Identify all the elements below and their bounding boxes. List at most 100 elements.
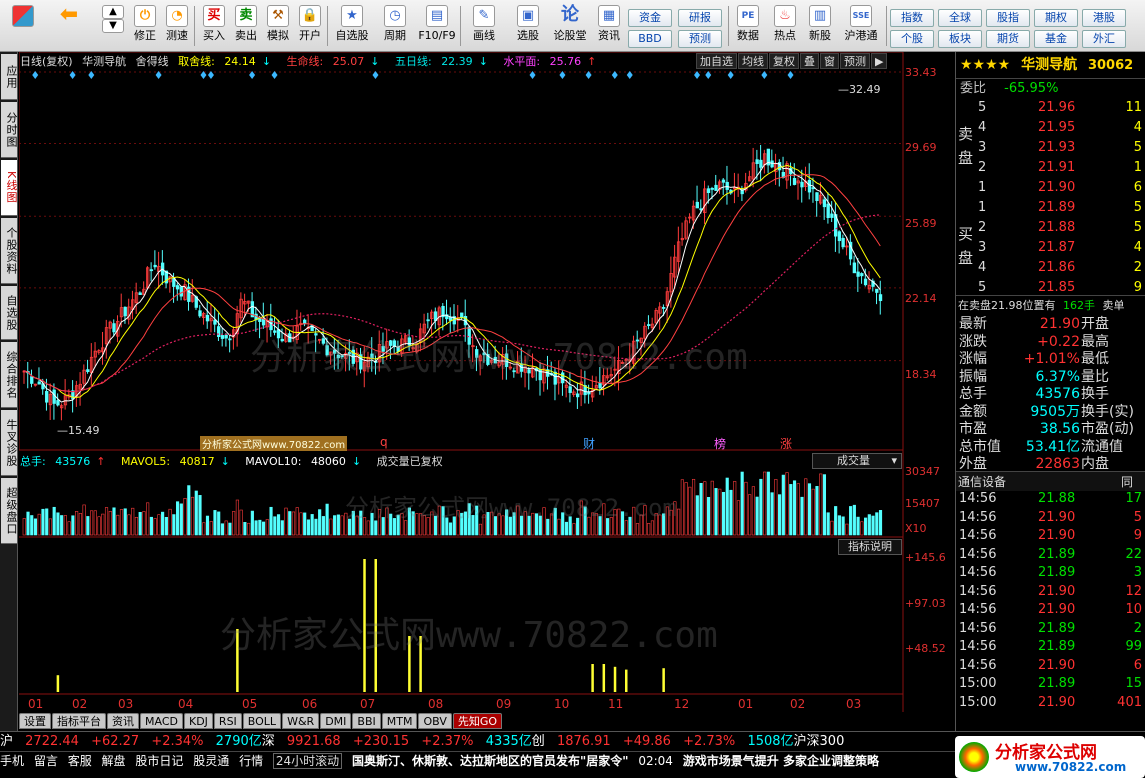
volume-bar — [220, 523, 225, 536]
tab-apps[interactable]: 应用 — [1, 54, 18, 100]
zhishu-button[interactable]: 指数 — [890, 9, 934, 27]
waihui-button[interactable]: 外汇 — [1082, 30, 1126, 48]
volume-bar — [179, 503, 183, 536]
candle-body — [86, 369, 90, 373]
bankuai-button[interactable]: 板块 — [938, 30, 982, 48]
ticker-news-2[interactable]: 游戏市场景气提升 多家企业调整策略 — [683, 754, 879, 768]
ipo-button[interactable]: ▥ 新股 — [803, 3, 837, 49]
window-button[interactable]: 窗 — [820, 53, 839, 69]
gegu-button[interactable]: 个股 — [890, 30, 934, 48]
back-button[interactable]: ⬅ — [52, 3, 86, 49]
ticker-guling[interactable]: 股灵通 — [193, 754, 229, 768]
forecast-button[interactable]: 预测 — [840, 53, 870, 69]
tab-watchlist[interactable]: 自选股 — [1, 286, 18, 340]
tab-stock-info[interactable]: 个股资料 — [1, 218, 18, 284]
tab-indicator-platform[interactable]: 指标平台 — [52, 713, 106, 729]
add-watch-button[interactable]: 加自选 — [696, 53, 737, 69]
tab-xianzhi-go[interactable]: 先知GO — [452, 713, 503, 729]
shuiping-label: 水平面: 25.76 ↑ — [503, 55, 597, 68]
tab-macd[interactable]: MACD — [140, 713, 183, 729]
event-financial[interactable]: 财 — [583, 435, 595, 452]
tab-mtm[interactable]: MTM — [381, 713, 418, 729]
ask-row[interactable]: 4 21.95 4 — [956, 118, 1145, 138]
draw-line-button[interactable]: ✎ 画线 — [464, 3, 504, 49]
ma-button[interactable]: 均线 — [738, 53, 768, 69]
ticker-message[interactable]: 留言 — [34, 754, 58, 768]
app-logo-icon[interactable] — [6, 3, 40, 49]
ask-row[interactable]: 1 21.90 6 — [956, 178, 1145, 198]
ticker-mobile[interactable]: 手机 — [0, 754, 24, 768]
bid-row[interactable]: 2 21.88 5 — [956, 218, 1145, 238]
buy-button[interactable]: 买买入 — [197, 3, 231, 49]
tab-kline[interactable]: K线图 — [1, 160, 18, 216]
x-tick-label: 03 — [846, 697, 862, 711]
bbd-button[interactable]: BBD — [628, 30, 672, 48]
speed-test-button[interactable]: ◔ 测速 — [160, 3, 194, 49]
data-button[interactable]: PE 数据 — [731, 3, 765, 49]
tab-intraday[interactable]: 分时图 — [1, 102, 18, 158]
fix-button[interactable]: ⏻ 修正 — [128, 3, 162, 49]
ticker-diary[interactable]: 股市日记 — [135, 754, 183, 768]
tab-wr[interactable]: W&R — [282, 713, 320, 729]
tab-dmi[interactable]: DMI — [320, 713, 352, 729]
jijin-button[interactable]: 基金 — [1034, 30, 1078, 48]
overlay-button[interactable]: 叠 — [800, 53, 819, 69]
zijin-button[interactable]: 资金 — [628, 9, 672, 27]
tab-bbi[interactable]: BBI — [352, 713, 381, 729]
hotspot-button[interactable]: ♨ 热点 — [768, 3, 802, 49]
tab-boll[interactable]: BOLL — [242, 713, 282, 729]
ask-row[interactable]: 2 21.91 1 — [956, 158, 1145, 178]
tab-super-panel[interactable]: 超级盘口 — [1, 478, 18, 544]
volume-dropdown[interactable]: 成交量 ▾ — [812, 453, 902, 469]
tab-news[interactable]: 资讯 — [107, 713, 139, 729]
qihuo-button[interactable]: 期货 — [986, 30, 1030, 48]
event-q[interactable]: q — [380, 435, 388, 449]
volume-bar — [336, 514, 340, 536]
tab-ranking[interactable]: 综合排名 — [1, 342, 18, 408]
ticker-service[interactable]: 客服 — [68, 754, 92, 768]
ticker-analysis[interactable]: 解盘 — [102, 754, 126, 768]
tab-settings[interactable]: 设置 — [19, 713, 51, 729]
stock-picker-button[interactable]: ▣ 选股 — [508, 3, 548, 49]
watchlist-button[interactable]: ★ 自选股 — [332, 3, 372, 49]
adjust-button[interactable]: 复权 — [769, 53, 799, 69]
qiquan-button[interactable]: 期权 — [1034, 9, 1078, 27]
candle-body — [792, 178, 797, 185]
ganggu-button[interactable]: 港股 — [1082, 9, 1126, 27]
tab-obv[interactable]: OBV — [418, 713, 452, 729]
candle-body — [710, 187, 714, 190]
sell-button[interactable]: 卖卖出 — [229, 3, 263, 49]
indicator-help-button[interactable]: 指标说明 — [838, 539, 902, 555]
bid-row[interactable]: 4 21.86 2 — [956, 258, 1145, 278]
guzhi-button[interactable]: 股指 — [986, 9, 1030, 27]
f10-button[interactable]: ▤ F10/F9 — [416, 3, 458, 49]
period-button[interactable]: ◷ 周期 — [376, 3, 414, 49]
more-button[interactable]: ▶ — [871, 53, 888, 69]
candle-body — [426, 319, 430, 322]
bid-row[interactable]: 3 21.87 4 — [956, 238, 1145, 258]
simulate-button[interactable]: ⚒ 模拟 — [261, 3, 295, 49]
volume-bar — [116, 514, 120, 536]
ask-row[interactable]: 3 21.93 5 — [956, 138, 1145, 158]
yuce-button[interactable]: 预测 — [678, 30, 722, 48]
volume-bar — [56, 512, 60, 536]
hk-connect-button[interactable]: SSE 沪港通 — [840, 3, 882, 49]
tab-diagnosis[interactable]: 牛叉诊股 — [1, 410, 18, 476]
bid-row[interactable]: 1 21.89 5 — [956, 198, 1145, 218]
ticker-market[interactable]: 行情 — [239, 754, 263, 768]
open-account-button[interactable]: 🔒 开户 — [293, 3, 327, 49]
yanbao-button[interactable]: 研报 — [678, 9, 722, 27]
ticker-news-1[interactable]: 国奥斯汀、休斯敦、达拉斯地区的官员发布"居家令" — [352, 754, 629, 768]
f10-icon: ▤ — [426, 5, 448, 27]
ask-row[interactable]: 5 21.96 11 — [956, 98, 1145, 118]
forum-button[interactable]: 论论股堂 — [552, 3, 588, 49]
ticker-24h[interactable]: 24小时滚动 — [272, 753, 343, 769]
page-up-button[interactable]: ▲ ▼ — [96, 3, 130, 49]
tab-rsi[interactable]: RSI — [213, 713, 242, 729]
event-rank[interactable]: 榜 — [714, 435, 726, 452]
volume-bar — [807, 483, 812, 536]
quanqiu-button[interactable]: 全球 — [938, 9, 982, 27]
tab-kdj[interactable]: KDJ — [183, 713, 213, 729]
news-button[interactable]: ▦ 资讯 — [592, 3, 626, 49]
event-limit[interactable]: 涨 — [780, 435, 792, 452]
